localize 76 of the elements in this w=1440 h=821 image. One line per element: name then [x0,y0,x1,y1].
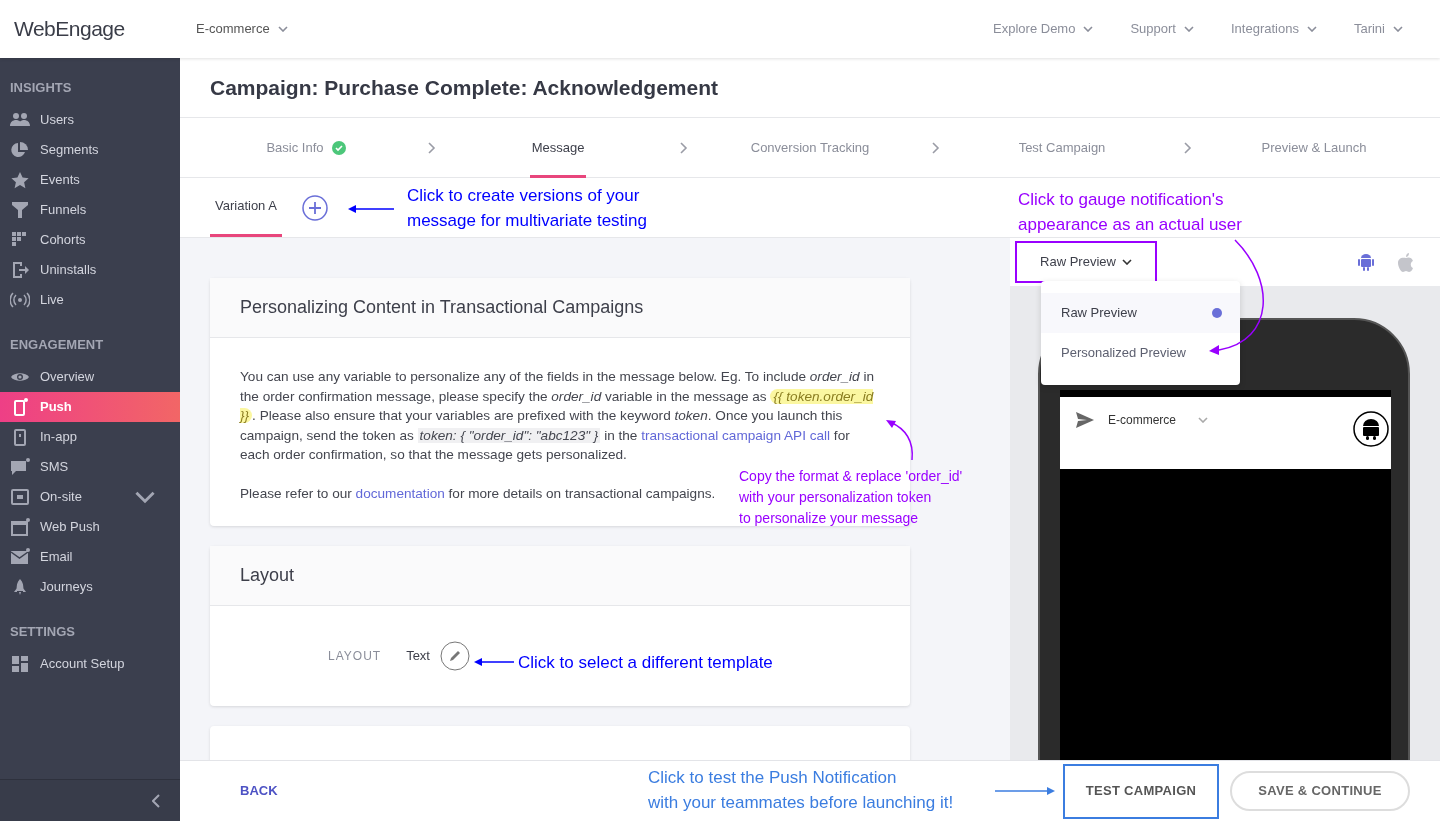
pencil-icon [439,641,470,671]
arrow [348,203,396,215]
annotation-text: Click to gauge notification's appearance as an actual user [1018,189,1242,236]
chevron-right-icon [1184,142,1192,154]
sidebar-item[interactable]: Account Setup [0,649,180,679]
page-title: Campaign: Purchase Complete: Acknowledgement [180,58,1440,118]
back-button[interactable]: BACK [240,781,278,801]
test-campaign-button[interactable]: TEST CAMPAIGN [1063,763,1219,819]
section-heading: ENGAGEMENT [9,335,105,354]
add-variation-button[interactable] [301,194,328,221]
card-title: Layout [210,546,910,606]
logo[interactable]: WebEngage [0,13,180,45]
pie-chart-icon [10,141,30,159]
paragraph: Please refer to our documentation for more details on transactional campaigns. [240,484,716,503]
text-link[interactable]: transactional campaign API call [641,427,831,443]
caret-icon [1083,26,1094,32]
chevron-right-icon [680,142,688,154]
sidebar-item[interactable]: Live [0,285,180,315]
sidebar-item[interactable]: Overview [0,362,180,392]
mail-icon [10,548,30,566]
caret-icon [1306,26,1317,32]
caret-icon [1121,259,1132,265]
chevron-right-icon [932,142,940,154]
android-icon[interactable] [1357,252,1375,272]
arrow [993,785,1055,797]
sidebar-item[interactable]: Push [0,392,180,422]
section-heading: INSIGHTS [9,78,73,97]
selected-dot-icon [1212,308,1222,318]
project-dropdown[interactable]: E-commerce [196,19,288,39]
sidebar-item[interactable]: SMS [0,452,180,482]
chevron-left-icon [152,793,160,808]
send-icon [1076,412,1094,428]
sidebar-item[interactable]: Cohorts [0,225,180,255]
card-title: Personalizing Content in Transactional Campaigns [210,278,910,338]
caret-icon [1198,417,1208,423]
star-icon [10,171,30,189]
chevron-right-icon [428,142,436,154]
section-heading: SETTINGS [9,622,76,641]
app-name: E-commerce [1108,412,1176,429]
sidebar-item[interactable]: Web Push [0,512,180,542]
menu-item[interactable]: Personalized Preview [1041,333,1240,373]
sidebar-item[interactable]: In-app [0,422,180,452]
sidebar-item[interactable]: Users [0,105,180,135]
chat-icon [10,458,30,476]
broadcast-icon [10,291,30,309]
check-icon [331,140,346,155]
field-label: LAYOUT [328,648,382,665]
arrow [474,656,516,668]
edit-button[interactable] [439,641,470,671]
dashboard-icon [10,655,30,673]
annotation-text: Click to test the Push Notification with your teammates before launching it! [648,767,954,814]
window-icon [10,488,30,506]
users-icon [10,111,30,129]
annotation-text: Click to select a different template [518,652,773,674]
plus-icon [301,194,328,221]
browser-icon [10,518,30,536]
preview-mode-dropdown[interactable]: Raw Preview [1015,241,1157,283]
sidebar-item[interactable]: Uninstalls [0,255,180,285]
menu-item[interactable]: Raw Preview [1041,293,1240,333]
step-tab[interactable]: Message [529,117,587,178]
caret-icon [277,26,288,32]
save-continue-button[interactable]: SAVE & CONTINUE [1230,771,1410,811]
caret-icon [1184,26,1194,32]
sidebar-item[interactable]: Journeys [0,572,180,602]
sidebar-item[interactable]: Segments [0,135,180,165]
field-value: Text [406,647,430,666]
funnel-icon [10,201,30,219]
exit-icon [10,261,30,279]
annotation-text: Copy the format & replace 'order_id' with your personalization token to personalize your message [739,467,963,528]
sidebar-item[interactable]: Email [0,542,180,572]
sidebar-item[interactable]: Events [0,165,180,195]
sidebar-item[interactable]: On-site [0,482,180,512]
sidebar-item[interactable]: Funnels [0,195,180,225]
caret-icon [1393,26,1403,32]
annotation-text: Click to create versions of your message for multivariate testing [407,185,647,232]
text-link[interactable]: documentation [355,485,445,501]
